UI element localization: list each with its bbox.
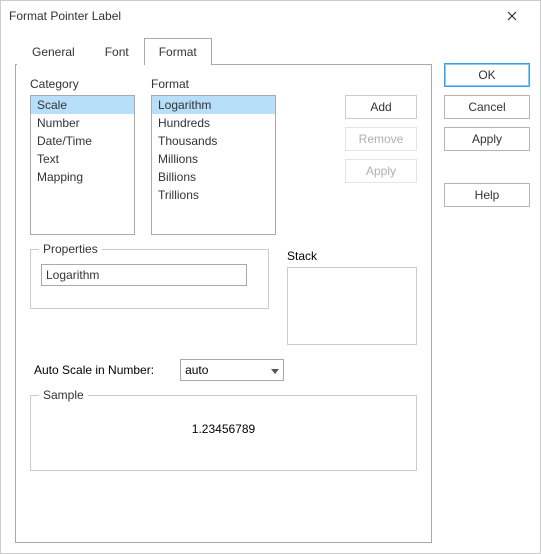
close-icon (507, 11, 517, 21)
format-item-thousands[interactable]: Thousands (152, 132, 275, 150)
format-item-trillions[interactable]: Trillions (152, 186, 275, 204)
category-label: Category (30, 77, 135, 91)
category-item-mapping[interactable]: Mapping (31, 168, 134, 186)
cancel-button[interactable]: Cancel (444, 95, 530, 119)
format-item-billions[interactable]: Billions (152, 168, 275, 186)
add-button[interactable]: Add (345, 95, 417, 119)
format-listbox[interactable]: Logarithm Hundreds Thousands Millions Bi… (151, 95, 276, 235)
properties-group: Properties (30, 249, 269, 345)
format-action-buttons: Add Remove Apply (345, 77, 417, 235)
format-label: Format (151, 77, 276, 91)
auto-scale-value: auto (185, 363, 208, 377)
properties-stack-row: Properties Stack (30, 249, 417, 345)
dialog-window: Format Pointer Label General Font Format… (0, 0, 541, 554)
apply-button[interactable]: Apply (444, 127, 530, 151)
properties-input[interactable] (41, 264, 247, 286)
ok-button[interactable]: OK (444, 63, 530, 87)
content-area: General Font Format Category Scale Numbe… (15, 37, 432, 543)
button-spacer (444, 159, 530, 175)
format-item-hundreds[interactable]: Hundreds (152, 114, 275, 132)
dialog-button-column: OK Cancel Apply Help (444, 37, 530, 543)
help-button[interactable]: Help (444, 183, 530, 207)
category-item-datetime[interactable]: Date/Time (31, 132, 134, 150)
tab-strip: General Font Format (17, 37, 432, 64)
tab-panel-format: Category Scale Number Date/Time Text Map… (15, 64, 432, 543)
category-column: Category Scale Number Date/Time Text Map… (30, 77, 135, 235)
apply-format-button: Apply (345, 159, 417, 183)
properties-legend: Properties (39, 242, 102, 256)
dialog-title: Format Pointer Label (9, 9, 492, 23)
dialog-body: General Font Format Category Scale Numbe… (1, 31, 540, 553)
sample-legend: Sample (39, 388, 88, 402)
stack-listbox[interactable] (287, 267, 417, 345)
remove-button: Remove (345, 127, 417, 151)
chevron-down-icon (271, 363, 279, 377)
properties-fieldset: Properties (30, 249, 269, 309)
auto-scale-row: Auto Scale in Number: auto (34, 359, 417, 381)
stack-label: Stack (287, 249, 417, 263)
sample-value: 1.23456789 (192, 422, 255, 436)
category-format-row: Category Scale Number Date/Time Text Map… (30, 77, 417, 235)
tab-font[interactable]: Font (90, 38, 144, 65)
format-item-millions[interactable]: Millions (152, 150, 275, 168)
format-item-logarithm[interactable]: Logarithm (152, 96, 275, 114)
stack-group: Stack (287, 249, 417, 345)
close-button[interactable] (492, 4, 532, 28)
tab-general[interactable]: General (17, 38, 90, 65)
sample-group: Sample 1.23456789 (30, 395, 417, 471)
category-listbox[interactable]: Scale Number Date/Time Text Mapping (30, 95, 135, 235)
auto-scale-select[interactable]: auto (180, 359, 284, 381)
titlebar: Format Pointer Label (1, 1, 540, 31)
tab-format[interactable]: Format (144, 38, 212, 65)
category-item-number[interactable]: Number (31, 114, 134, 132)
format-column: Format Logarithm Hundreds Thousands Mill… (151, 77, 276, 235)
auto-scale-label: Auto Scale in Number: (34, 363, 154, 377)
category-item-scale[interactable]: Scale (31, 96, 134, 114)
category-item-text[interactable]: Text (31, 150, 134, 168)
sample-fieldset: Sample 1.23456789 (30, 395, 417, 471)
